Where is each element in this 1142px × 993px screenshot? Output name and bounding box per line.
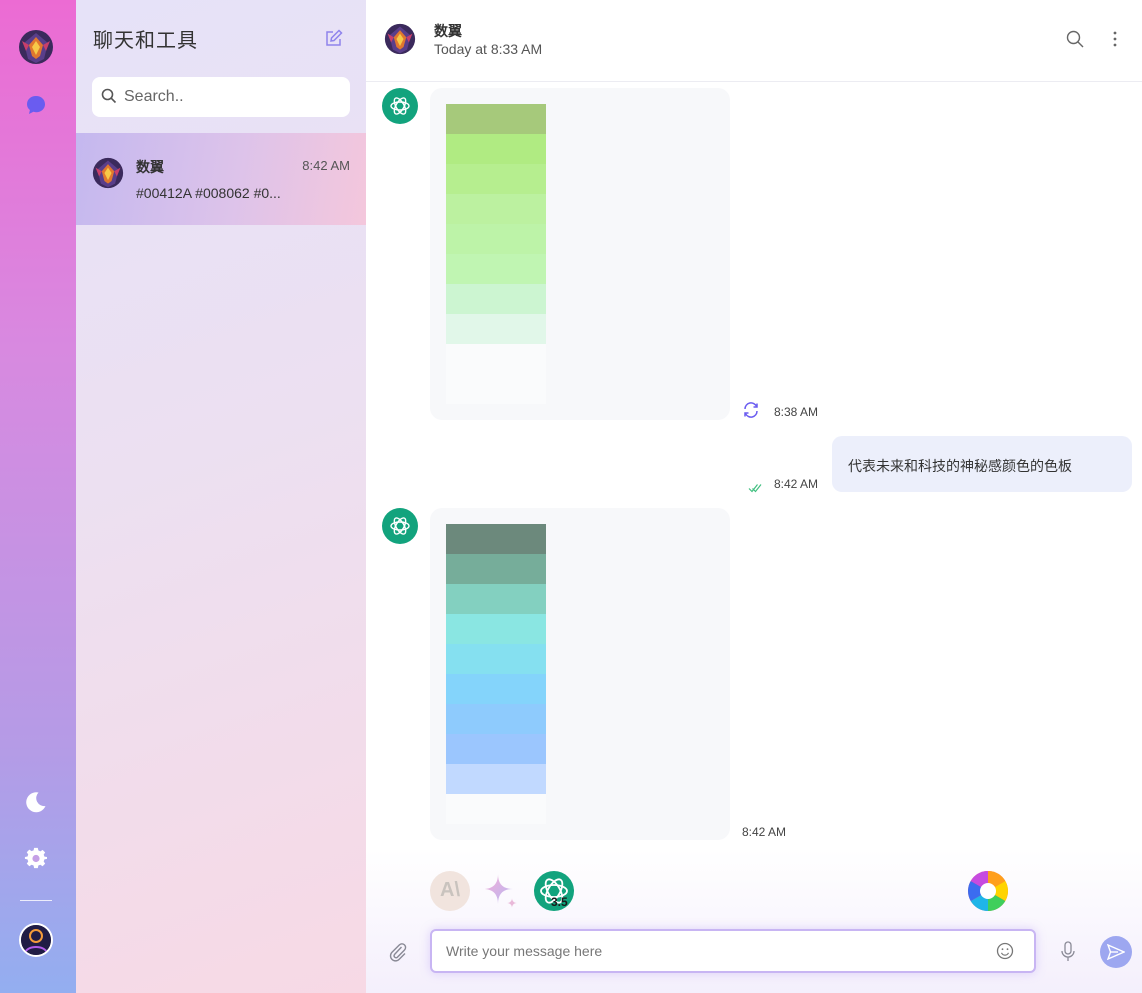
paperclip-icon[interactable]	[388, 942, 408, 962]
color-swatch[interactable]	[446, 374, 546, 404]
user-message-bubble: 代表未来和科技的神秘感颜色的色板	[832, 436, 1132, 492]
conversation-name: 数翼	[136, 159, 164, 175]
chat-main: 数翼 Today at 8:33 AM 8:38 AM 8:42 AM 代表未来…	[366, 0, 1142, 993]
message-time: 8:42 AM	[742, 825, 787, 839]
color-swatch[interactable]	[446, 674, 546, 704]
chat-list-panel: 聊天和工具 数翼 8:42 AM #00412A	[76, 0, 366, 993]
microphone-icon[interactable]	[1060, 941, 1076, 963]
more-options-icon[interactable]	[1112, 30, 1118, 48]
model-version-label: 3.5	[551, 895, 568, 909]
search-input[interactable]	[124, 77, 344, 117]
message-time: 8:42 AM	[774, 477, 819, 491]
rail-divider	[20, 900, 52, 901]
search-box	[92, 77, 350, 117]
color-swatch[interactable]	[446, 644, 546, 674]
color-swatch[interactable]	[446, 224, 546, 254]
search-icon	[101, 88, 117, 104]
chatgpt-model-icon[interactable]: 3.5	[534, 871, 574, 911]
send-button[interactable]	[1100, 936, 1132, 968]
color-swatch[interactable]	[446, 794, 546, 824]
user-message-text: 代表未来和科技的神秘感颜色的色板	[848, 458, 1072, 474]
user-avatar-icon[interactable]	[19, 923, 53, 957]
color-swatch[interactable]	[446, 134, 546, 164]
moon-icon[interactable]	[24, 790, 48, 814]
color-swatch[interactable]	[446, 704, 546, 734]
emoji-icon[interactable]	[996, 942, 1014, 960]
conversation-avatar	[92, 157, 124, 189]
color-swatch[interactable]	[446, 764, 546, 794]
color-swatch[interactable]	[446, 194, 546, 224]
left-rail	[0, 0, 76, 993]
compose-icon[interactable]	[324, 28, 344, 48]
color-swatch[interactable]	[446, 284, 546, 314]
color-swatch[interactable]	[446, 344, 546, 374]
assistant-message-bubble	[430, 508, 730, 840]
conversation-item[interactable]: 数翼 8:42 AM #00412A #008062 #0...	[76, 133, 366, 225]
color-swatch[interactable]	[446, 584, 546, 614]
chatgpt-avatar-icon	[382, 508, 418, 544]
chat-list-title: 聊天和工具	[93, 30, 198, 52]
color-swatch[interactable]	[446, 164, 546, 194]
chatgpt-avatar-icon	[382, 88, 418, 124]
chat-bubble-icon[interactable]	[25, 94, 47, 116]
header-status: Today at 8:33 AM	[434, 41, 543, 57]
app-logo-icon[interactable]	[18, 29, 54, 65]
anthropic-model-icon[interactable]: A\	[430, 871, 470, 911]
color-swatch[interactable]	[446, 524, 546, 554]
color-swatch[interactable]	[446, 614, 546, 644]
assistant-message-bubble	[430, 88, 730, 420]
color-swatch[interactable]	[446, 104, 546, 134]
gemini-model-icon[interactable]	[480, 871, 520, 911]
chat-header: 数翼 Today at 8:33 AM	[366, 0, 1142, 82]
color-wheel-icon[interactable]	[968, 871, 1008, 911]
message-input-box	[430, 929, 1036, 973]
anthropic-model-label: A\	[440, 879, 460, 901]
color-palette	[446, 104, 546, 404]
header-name: 数翼	[434, 23, 462, 39]
gear-icon[interactable]	[24, 846, 48, 870]
header-avatar	[384, 22, 416, 56]
color-palette	[446, 524, 546, 824]
conversation-time: 8:42 AM	[302, 158, 350, 173]
refresh-icon[interactable]	[742, 401, 760, 419]
color-swatch[interactable]	[446, 314, 546, 344]
send-icon	[1107, 944, 1125, 960]
message-time: 8:38 AM	[774, 405, 819, 419]
conversation-preview: #00412A #008062 #0...	[136, 185, 281, 201]
double-check-icon	[748, 480, 762, 493]
color-swatch[interactable]	[446, 254, 546, 284]
color-swatch[interactable]	[446, 554, 546, 584]
message-input[interactable]	[446, 931, 986, 971]
search-icon[interactable]	[1066, 30, 1084, 48]
color-swatch[interactable]	[446, 734, 546, 764]
